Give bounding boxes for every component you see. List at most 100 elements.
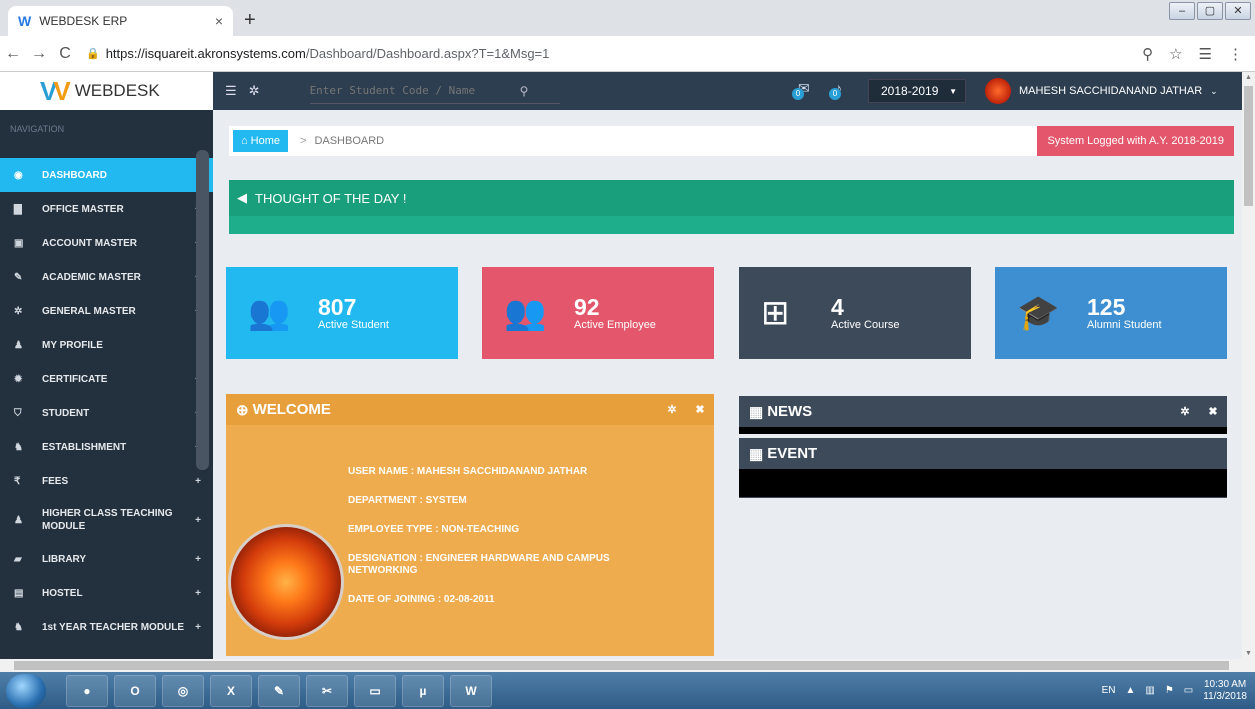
- settings-gear-icon[interactable]: ✲: [249, 83, 260, 99]
- firefox-icon[interactable]: ●: [66, 674, 108, 707]
- language-indicator[interactable]: EN: [1102, 685, 1116, 696]
- word-icon[interactable]: W: [450, 674, 492, 707]
- sidebar-item-higher-class-teaching-module[interactable]: ♟ HIGHER CLASS TEACHING MODULE +: [0, 498, 213, 542]
- network-icon[interactable]: ▥: [1145, 685, 1154, 696]
- sidebar-item-hostel[interactable]: ▤ HOSTEL +: [0, 576, 213, 610]
- new-tab-button[interactable]: +: [244, 9, 256, 32]
- stat-value: 92: [574, 294, 600, 320]
- zoom-icon[interactable]: ⚲: [1142, 45, 1153, 63]
- stat-label: Alumni Student: [1087, 319, 1162, 331]
- sidebar-item-my-profile[interactable]: ♟ MY PROFILE: [0, 328, 213, 362]
- breadcrumb-separator: >: [300, 135, 307, 147]
- expand-plus-icon[interactable]: +: [195, 622, 201, 633]
- sidebar-scrollbar[interactable]: [196, 150, 209, 470]
- url-path: /Dashboard/Dashboard.aspx?T=1&Msg=1: [305, 46, 550, 61]
- sidebar-item-library[interactable]: ▰ LIBRARY +: [0, 542, 213, 576]
- user-name: MAHESH SACCHIDANAND JATHAR: [1019, 85, 1203, 97]
- clock-time: 10:30 AM: [1203, 678, 1247, 690]
- sidebar-item-label: MY PROFILE: [42, 339, 103, 351]
- sidebar-item-label: ACADEMIC MASTER: [42, 271, 141, 283]
- mail-icon[interactable]: ✉ 0: [792, 80, 810, 100]
- clock[interactable]: 10:30 AM 11/3/2018: [1203, 679, 1247, 703]
- folder-icon[interactable]: ▭: [354, 674, 396, 707]
- maximize-button[interactable]: ▢: [1197, 2, 1223, 20]
- display-icon[interactable]: ▭: [1184, 685, 1193, 696]
- welcome-designation: DESIGNATION : ENGINEER HARDWARE AND CAMP…: [348, 553, 610, 576]
- hscroll-thumb[interactable]: [14, 661, 1229, 670]
- sidebar-item-establishment[interactable]: ♞ESTABLISHMENT+: [0, 430, 213, 464]
- expand-plus-icon[interactable]: +: [195, 588, 201, 599]
- chrome-icon[interactable]: ◎: [162, 674, 204, 707]
- bell-icon[interactable]: ♪ 0: [829, 80, 842, 100]
- stat-card-alumni[interactable]: 🎓 125 Alumni Student: [995, 267, 1227, 359]
- browser-menu-icon[interactable]: ⋮: [1228, 45, 1243, 63]
- start-button[interactable]: [6, 673, 46, 708]
- dashboard-icon: ◉: [14, 169, 23, 181]
- gear-icon: ✲: [14, 305, 23, 317]
- scroll-up-icon[interactable]: ▲: [1245, 74, 1252, 81]
- tray-expand-icon[interactable]: ▲: [1125, 685, 1135, 696]
- expand-plus-icon[interactable]: +: [195, 554, 201, 565]
- excel-icon[interactable]: X: [210, 674, 252, 707]
- academic-year-select[interactable]: 2018-2019 ▼: [868, 79, 966, 103]
- sidebar-item-label: HOSTEL: [42, 587, 83, 599]
- menu-toggle-icon[interactable]: ☰: [225, 83, 237, 99]
- url-field[interactable]: 🔒 https://isquareit.akronsystems.com/Das…: [86, 46, 1142, 61]
- academic-year-value: 2018-2019: [881, 84, 939, 98]
- extension-icon[interactable]: ☰: [1199, 45, 1212, 63]
- welcome-user-name: USER NAME : MAHESH SACCHIDANAND JATHAR: [348, 466, 588, 477]
- logo[interactable]: VV WEBDESK: [0, 72, 213, 110]
- sidebar-item-label: STUDENT: [42, 407, 90, 419]
- sidebar-item-dashboard[interactable]: ◉ DASHBOARD: [0, 158, 213, 192]
- minimize-button[interactable]: –: [1169, 2, 1195, 20]
- flag-icon[interactable]: ⚑: [1165, 685, 1174, 696]
- sidebar-item-account-master[interactable]: ▣ACCOUNT MASTER+: [0, 226, 213, 260]
- search-icon[interactable]: ⚲: [520, 84, 529, 98]
- user-icon: ♟: [14, 514, 23, 526]
- panel-settings-icon[interactable]: ✲: [1171, 396, 1199, 427]
- users-icon: 👥: [504, 294, 547, 332]
- user-menu[interactable]: MAHESH SACCHIDANAND JATHAR ⌄: [985, 78, 1218, 104]
- scissors-icon[interactable]: ✂: [306, 674, 348, 707]
- sidebar-item-office-master[interactable]: ▇OFFICE MASTER+: [0, 192, 213, 226]
- welcome-date-of-joining: DATE OF JOINING : 02-08-2011: [348, 594, 495, 605]
- welcome-panel: ⊕ WELCOME ✲ ✖ USER NAME : MAHESH SACCHID…: [226, 394, 714, 656]
- sidebar-item-1st-year-teacher-module[interactable]: ♞ 1st YEAR TEACHER MODULE +: [0, 610, 213, 644]
- forward-arrow-icon[interactable]: →: [26, 45, 52, 63]
- scroll-thumb[interactable]: [1244, 86, 1253, 206]
- stat-card-students[interactable]: 👥 807 Active Student: [226, 267, 458, 359]
- sidebar-item-certificate[interactable]: ✹CERTIFICATE+: [0, 362, 213, 396]
- close-window-button[interactable]: ✕: [1225, 2, 1251, 20]
- back-arrow-icon[interactable]: ←: [0, 45, 26, 63]
- sidebar-item-academic-master[interactable]: ✎ACADEMIC MASTER+: [0, 260, 213, 294]
- panel-close-icon[interactable]: ✖: [1199, 396, 1227, 427]
- tab-close-icon[interactable]: ×: [215, 13, 223, 29]
- stat-card-courses[interactable]: ⊞ 4 Active Course: [739, 267, 971, 359]
- panel-close-icon[interactable]: ✖: [686, 394, 714, 425]
- breadcrumb-home[interactable]: ⌂ Home: [233, 130, 288, 152]
- sidebar-item-student[interactable]: ⛉STUDENT+: [0, 396, 213, 430]
- expand-plus-icon[interactable]: +: [195, 514, 201, 527]
- browser-tabbar: W WEBDESK ERP × + – ▢ ✕: [0, 0, 1255, 36]
- users-icon: ♞: [14, 441, 23, 453]
- sidebar: NAVIGATION ◉ DASHBOARD ▇ OFFICE MASTER + ▣ ACC…: [0, 110, 213, 659]
- stat-label: Active Student: [318, 319, 389, 331]
- browser-tab[interactable]: W WEBDESK ERP ×: [8, 6, 233, 36]
- stat-card-employees[interactable]: 👥 92 Active Employee: [482, 267, 714, 359]
- page-scrollbar[interactable]: ▲ ▼: [1242, 72, 1255, 659]
- outlook-icon[interactable]: O: [114, 674, 156, 707]
- utorrent-icon[interactable]: µ: [402, 674, 444, 707]
- graduation-icon: ⛉: [14, 407, 22, 419]
- lock-icon: 🔒: [86, 48, 100, 60]
- sidebar-item-fees[interactable]: ₹ FEES +: [0, 464, 213, 498]
- reload-icon[interactable]: C: [52, 45, 78, 63]
- scroll-down-icon[interactable]: ▼: [1245, 650, 1252, 657]
- search-input[interactable]: [309, 84, 520, 97]
- sidebar-item-general-master[interactable]: ✲GENERAL MASTER+: [0, 294, 213, 328]
- money-icon: ▣: [14, 237, 24, 249]
- expand-plus-icon[interactable]: +: [195, 476, 201, 487]
- bookmark-star-icon[interactable]: ☆: [1169, 45, 1182, 63]
- panel-settings-icon[interactable]: ✲: [658, 394, 686, 425]
- paint-icon[interactable]: ✎: [258, 674, 300, 707]
- horizontal-scrollbar[interactable]: [0, 659, 1255, 672]
